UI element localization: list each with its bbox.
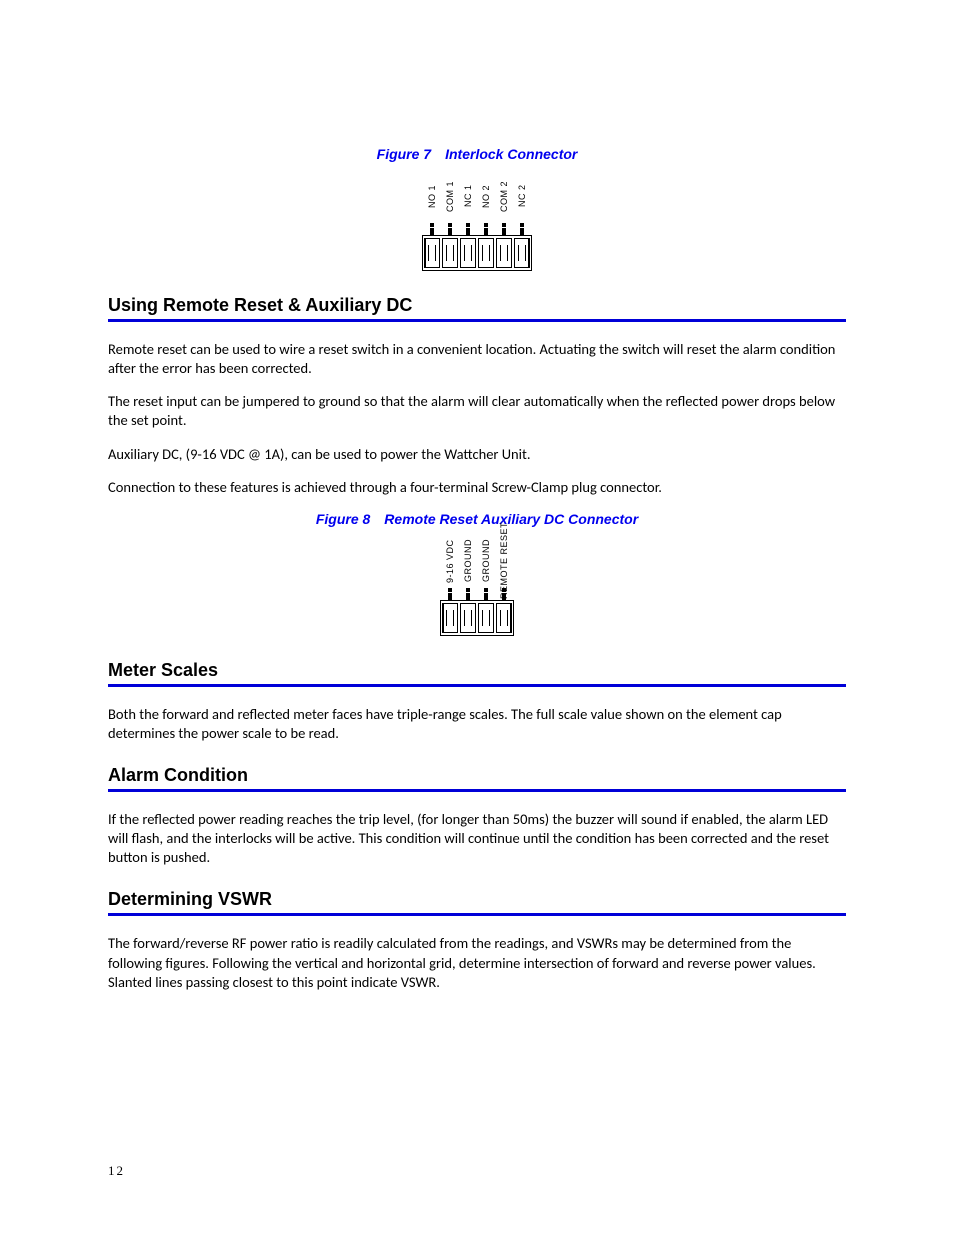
- connector-cell: [442, 238, 458, 268]
- interlock-connector: NO 1 COM 1 NC 1 NO 2: [422, 172, 532, 273]
- pin-stub-icon: [448, 228, 452, 235]
- connector-cell: [442, 603, 458, 633]
- divider: [108, 789, 846, 792]
- connector-block-icon: [422, 235, 532, 271]
- pin-col: NO 1: [423, 172, 441, 235]
- pin-label: NC 1: [463, 172, 473, 220]
- pin-col: NC 1: [459, 172, 477, 235]
- body-paragraph: The reset input can be jumpered to groun…: [108, 392, 846, 430]
- pin-dash-icon: [430, 223, 434, 227]
- pin-label: NO 2: [481, 172, 491, 220]
- body-paragraph: Remote reset can be used to wire a reset…: [108, 340, 846, 378]
- pin-label: REMOTE RESET: [499, 537, 509, 585]
- section-meter-scales-title: Meter Scales: [108, 660, 846, 681]
- connector-cell: [460, 238, 476, 268]
- connector-cells: [441, 601, 513, 635]
- pin-col: GROUND: [477, 537, 495, 600]
- connector-cell: [496, 603, 512, 633]
- pin-label: COM 1: [445, 172, 455, 220]
- pin-dash-icon: [466, 588, 470, 592]
- pin-label: NC 2: [517, 172, 527, 220]
- pin-dash-icon: [520, 223, 524, 227]
- body-paragraph: Auxiliary DC, (9-16 VDC @ 1A), can be us…: [108, 445, 846, 464]
- pin-stub-icon: [502, 228, 506, 235]
- figure8-pin-labels: 9-16 VDC GROUND GROUND REMOTE RESET: [440, 537, 514, 600]
- section-determining-vswr-title: Determining VSWR: [108, 889, 846, 910]
- figure7-caption: Figure 7 Interlock Connector: [108, 146, 846, 162]
- pin-stub-icon: [484, 228, 488, 235]
- pin-label: 9-16 VDC: [445, 537, 455, 585]
- pin-dash-icon: [484, 588, 488, 592]
- pin-stub-icon: [430, 228, 434, 235]
- section-alarm-condition-title: Alarm Condition: [108, 765, 846, 786]
- page: Figure 7 Interlock Connector NO 1 COM 1 N…: [0, 0, 954, 1235]
- divider: [108, 913, 846, 916]
- connector-cell: [424, 238, 440, 268]
- connector-cell: [478, 238, 494, 268]
- pin-col: 9-16 VDC: [441, 537, 459, 600]
- figure7-title: Interlock Connector: [445, 146, 577, 162]
- section-remote-reset-title: Using Remote Reset & Auxiliary DC: [108, 295, 846, 316]
- figure7-diagram: NO 1 COM 1 NC 1 NO 2: [108, 172, 846, 273]
- remote-reset-connector: 9-16 VDC GROUND GROUND REMOTE RESET: [440, 537, 514, 638]
- pin-label: COM 2: [499, 172, 509, 220]
- pin-label: GROUND: [463, 537, 473, 585]
- divider: [108, 684, 846, 687]
- pin-dash-icon: [484, 223, 488, 227]
- pin-col: COM 2: [495, 172, 513, 235]
- figure8-diagram: 9-16 VDC GROUND GROUND REMOTE RESET: [108, 537, 846, 638]
- pin-stub-icon: [484, 593, 488, 600]
- pin-stub-icon: [466, 593, 470, 600]
- connector-cell: [514, 238, 530, 268]
- figure8-caption: Figure 8 Remote Reset Auxiliary DC Connec…: [108, 511, 846, 527]
- pin-stub-icon: [448, 593, 452, 600]
- figure8-number: Figure 8: [316, 511, 370, 527]
- pin-dash-icon: [448, 588, 452, 592]
- connector-cell: [496, 238, 512, 268]
- body-paragraph: If the reflected power reading reaches t…: [108, 810, 846, 867]
- divider: [108, 319, 846, 322]
- pin-stub-icon: [466, 228, 470, 235]
- body-paragraph: The forward/reverse RF power ratio is re…: [108, 934, 846, 991]
- pin-dash-icon: [466, 223, 470, 227]
- pin-col: GROUND: [459, 537, 477, 600]
- page-number: 12: [108, 1163, 125, 1179]
- pin-label: GROUND: [481, 537, 491, 585]
- pin-col: NO 2: [477, 172, 495, 235]
- pin-stub-icon: [520, 228, 524, 235]
- connector-cells: [423, 236, 531, 270]
- connector-cell: [460, 603, 476, 633]
- body-paragraph: Connection to these features is achieved…: [108, 478, 846, 497]
- connector-cell: [478, 603, 494, 633]
- figure7-number: Figure 7: [377, 146, 431, 162]
- pin-dash-icon: [502, 223, 506, 227]
- figure8-title: Remote Reset Auxiliary DC Connector: [384, 511, 638, 527]
- figure7-pin-labels: NO 1 COM 1 NC 1 NO 2: [422, 172, 532, 235]
- pin-col: NC 2: [513, 172, 531, 235]
- pin-dash-icon: [448, 223, 452, 227]
- pin-label: NO 1: [427, 172, 437, 220]
- pin-col: COM 1: [441, 172, 459, 235]
- connector-block-icon: [440, 600, 514, 636]
- pin-col: REMOTE RESET: [495, 537, 513, 600]
- body-paragraph: Both the forward and reflected meter fac…: [108, 705, 846, 743]
